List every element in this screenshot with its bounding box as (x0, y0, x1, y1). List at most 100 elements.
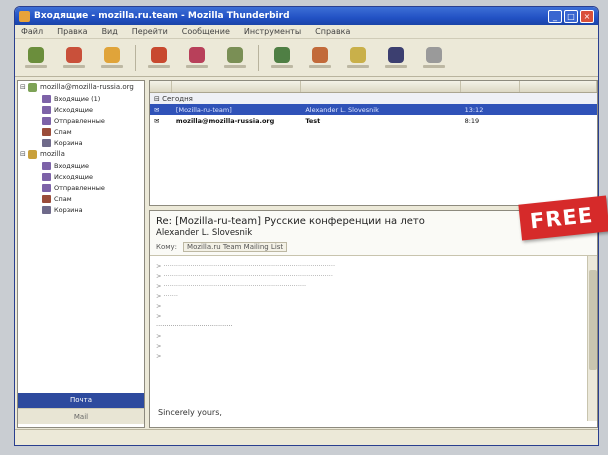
message-row[interactable]: ✉ [Mozilla-ru-team] Alexander L. Slovesn… (150, 104, 597, 115)
reply-icon (151, 47, 167, 63)
thunderbird-icon (19, 10, 30, 22)
toolbar-label (101, 65, 123, 68)
maximize-button[interactable]: □ (564, 9, 578, 23)
quoted-line: > ······· (156, 292, 178, 300)
folder-label: Корзина (54, 205, 83, 214)
toolbar-label (63, 65, 85, 68)
thunderbird-window: Входящие - mozilla.ru.team - Mozilla Thu… (14, 6, 599, 446)
collapse-icon[interactable]: ⊟ (20, 150, 28, 158)
message-from: Alexander L. Slovesnik (305, 105, 379, 114)
message-from: Test (305, 116, 321, 125)
close-button[interactable]: × (580, 9, 594, 23)
forward-icon (227, 47, 243, 63)
folder-item[interactable]: Исходящие (18, 171, 144, 182)
junk-icon (312, 47, 328, 63)
column-date[interactable] (461, 81, 521, 92)
forward-button[interactable] (220, 42, 250, 74)
column-header (150, 81, 597, 93)
thread-group-header[interactable]: ⊟ Сегодня (150, 93, 597, 104)
column-subject[interactable] (172, 81, 302, 92)
folder-item[interactable]: Исходящие (18, 104, 144, 115)
junk-button[interactable] (305, 42, 335, 74)
group-label: Сегодня (162, 94, 193, 103)
folder-item[interactable]: Входящие (1) (18, 93, 144, 104)
message-subject: [Mozilla-ru-team] (175, 105, 232, 114)
scroll-thumb[interactable] (589, 270, 597, 370)
account-row[interactable]: ⊟ mozilla (18, 148, 144, 160)
signoff: Sincerely yours, (158, 408, 222, 417)
print-icon (350, 47, 366, 63)
menu-view[interactable]: Вид (102, 27, 118, 36)
column-from[interactable] (301, 81, 461, 92)
column-flags[interactable] (150, 81, 172, 92)
column-size[interactable] (520, 81, 597, 92)
account-icon (28, 82, 37, 92)
folder-label: Спам (54, 127, 72, 136)
sent-icon (42, 183, 51, 192)
minimize-button[interactable]: _ (548, 9, 562, 23)
reply-button[interactable] (144, 42, 174, 74)
folder-item[interactable]: Спам (18, 126, 144, 137)
message-subject: mozilla@mozilla-russia.org (175, 116, 275, 125)
delete-icon (274, 47, 290, 63)
folder-item[interactable]: Корзина (18, 137, 144, 148)
quoted-line: > ······································… (156, 262, 336, 270)
menu-edit[interactable]: Правка (57, 27, 87, 36)
write-button[interactable] (59, 42, 89, 74)
to-label: Кому: (156, 243, 178, 251)
preview-scrollbar[interactable] (587, 256, 597, 421)
print-button[interactable] (343, 42, 373, 74)
window-title: Входящие - mozilla.ru.team - Mozilla Thu… (34, 11, 290, 21)
folder-item[interactable]: Спам (18, 193, 144, 204)
outbox-icon (42, 172, 51, 181)
menu-file[interactable]: Файл (21, 27, 43, 36)
menu-help[interactable]: Справка (315, 27, 350, 36)
folder-label: Корзина (54, 138, 83, 147)
menu-tools[interactable]: Инструменты (244, 27, 301, 36)
address-book-button[interactable] (97, 42, 127, 74)
delete-button[interactable] (267, 42, 297, 74)
message-body[interactable]: > ······· ·······························… (150, 256, 597, 421)
inbox-icon (42, 161, 51, 170)
menu-go[interactable]: Перейти (132, 27, 168, 36)
folder-item[interactable]: Входящие (18, 160, 144, 171)
reply-all-button[interactable] (182, 42, 212, 74)
toolbar-label (347, 65, 369, 68)
trash-icon (42, 205, 51, 214)
menu-bar: Файл Правка Вид Перейти Сообщение Инстру… (15, 25, 598, 39)
toolbar-label (224, 65, 246, 68)
quoted-line: > (156, 312, 162, 320)
address-book-icon (104, 47, 120, 63)
folder-item[interactable]: Отправленные (18, 115, 144, 126)
preview-pane: Re: [Mozilla-ru-team] Русские конференци… (149, 210, 598, 428)
search-button[interactable] (419, 42, 449, 74)
message-date: 13:12 (464, 105, 484, 114)
collapse-icon[interactable]: ⊟ (20, 83, 28, 91)
stop-icon (388, 47, 404, 63)
mail-pane-button[interactable]: Почта (18, 393, 144, 408)
quoted-line: > (156, 342, 162, 350)
stop-button[interactable] (381, 42, 411, 74)
secondary-pane-button[interactable]: Mail (18, 408, 144, 424)
get-mail-icon (28, 47, 44, 63)
quoted-line: > ······································… (156, 272, 333, 280)
toolbar (15, 39, 598, 77)
toolbar-separator (135, 44, 136, 71)
message-row[interactable]: ✉ mozilla@mozilla-russia.org Test 8:19 (150, 115, 597, 126)
quoted-line: > (156, 332, 162, 340)
reply-all-icon (189, 47, 205, 63)
folder-label: Отправленные (54, 183, 105, 192)
folder-item[interactable]: Отправленные (18, 182, 144, 193)
toolbar-label (385, 65, 407, 68)
toolbar-label (423, 65, 445, 68)
trash-icon (42, 138, 51, 147)
to-recipient[interactable]: Mozilla.ru Team Mailing List (183, 242, 288, 252)
get-mail-button[interactable] (21, 42, 51, 74)
account-icon (28, 149, 37, 159)
folder-pane: ⊟ mozilla@mozilla-russia.org Входящие (1… (17, 80, 145, 428)
account-row[interactable]: ⊟ mozilla@mozilla-russia.org (18, 81, 144, 93)
menu-message[interactable]: Сообщение (182, 27, 230, 36)
pane-switcher: Почта Mail (18, 393, 144, 427)
inbox-icon (42, 94, 51, 103)
folder-item[interactable]: Корзина (18, 204, 144, 215)
